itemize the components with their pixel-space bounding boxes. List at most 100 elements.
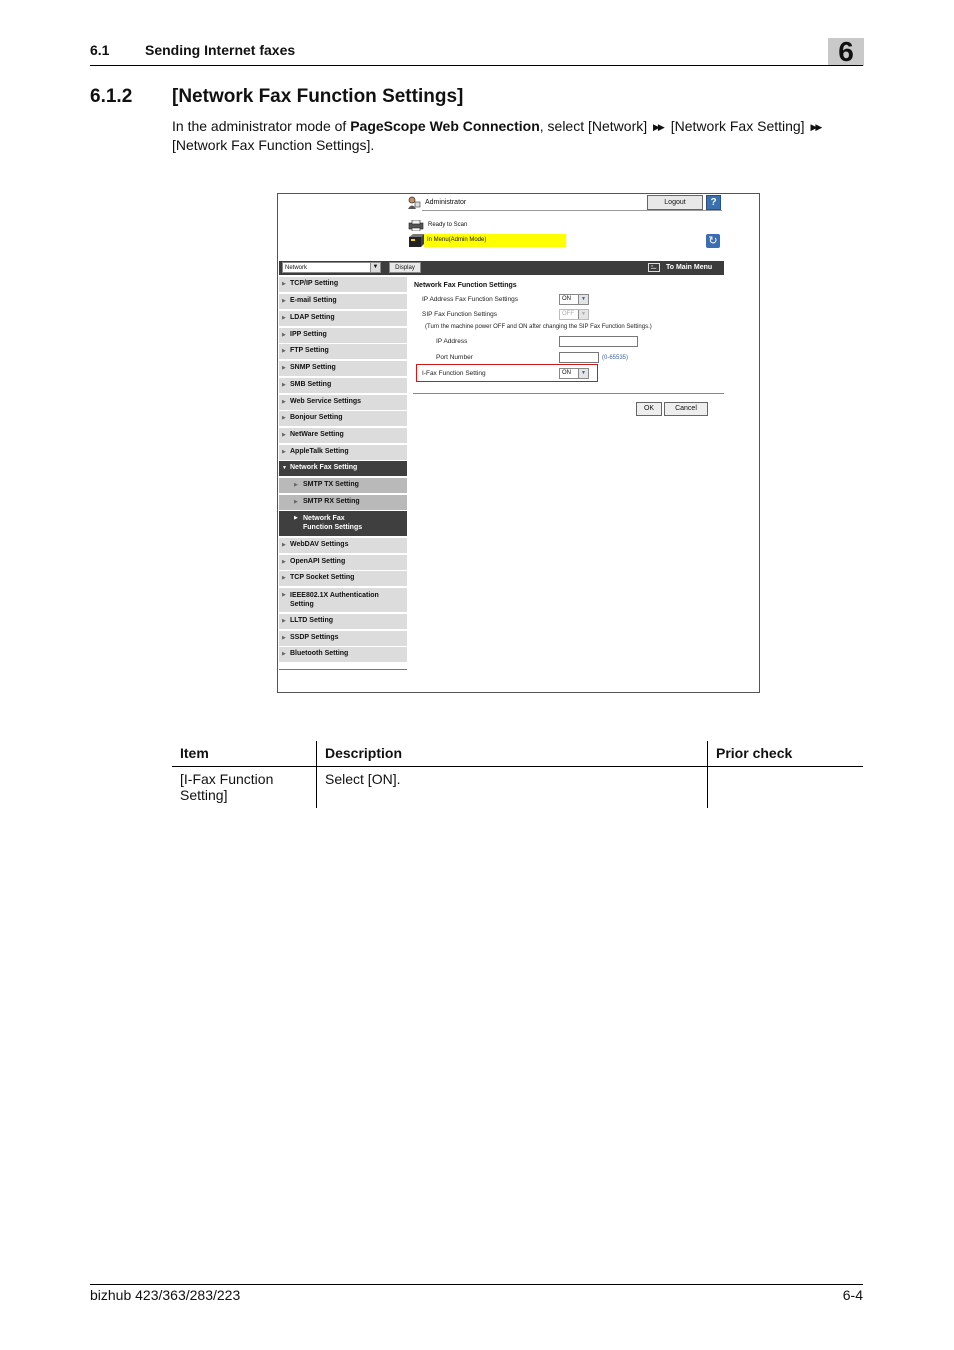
table-cell-description: Select [ON]. (325, 771, 401, 787)
triangle-right-icon: ▶ (282, 298, 286, 304)
form-title: Network Fax Function Settings (414, 282, 517, 289)
main-menu-icon (648, 263, 660, 272)
display-button[interactable]: Display (389, 262, 421, 273)
sidebar-item-netware[interactable]: ▶ NetWare Setting (279, 428, 407, 443)
ok-button[interactable]: OK (636, 402, 662, 416)
sidebar-item-ldap[interactable]: ▶ LDAP Setting (279, 311, 407, 326)
sidebar-item-lltd[interactable]: ▶ LLTD Setting (279, 614, 407, 629)
sidebar-item-ipp[interactable]: ▶ IPP Setting (279, 328, 407, 343)
sidebar-item-label: Network Fax Function Settings (303, 515, 363, 531)
heading-number: 6.1.2 (90, 86, 133, 107)
sidebar-item-web-service[interactable]: ▶ Web Service Settings (279, 395, 407, 410)
to-main-menu-link[interactable]: To Main Menu (666, 264, 712, 271)
sidebar-item-ieee8021x[interactable]: ▶ IEEE802.1X Authentication Setting (279, 588, 407, 612)
header-section-number: 6.1 (90, 42, 110, 58)
sidebar-item-label: SSDP Settings (290, 634, 339, 641)
intro-text-2: , select [Network] (539, 118, 652, 134)
sidebar-item-smtp-rx[interactable]: ▶ SMTP RX Setting (279, 495, 407, 510)
triangle-right-icon: ▶ (282, 315, 286, 321)
help-icon[interactable]: ? (706, 195, 721, 210)
sidebar-item-label: SNMP Setting (290, 364, 336, 371)
sidebar-item-label: Bonjour Setting (290, 414, 343, 421)
logout-button[interactable]: Logout (647, 195, 703, 210)
admin-underline (422, 210, 722, 211)
sidebar-item-label: SMB Setting (290, 381, 332, 388)
sidebar-item-label: LLTD Setting (290, 617, 334, 624)
ip-fax-label: IP Address Fax Function Settings (422, 296, 518, 303)
table-header-description: Description (325, 745, 403, 761)
sidebar-item-smb[interactable]: ▶ SMB Setting (279, 378, 407, 393)
chevron-down-icon: ▼ (578, 310, 588, 319)
sidebar-item-label: WebDAV Settings (290, 541, 349, 548)
sidebar-item-ftp[interactable]: ▶ FTP Setting (279, 344, 407, 359)
sidebar-item-label: FTP Setting (290, 347, 329, 354)
sidebar-item-label: IPP Setting (290, 331, 327, 338)
footer-page-number: 6-4 (842, 1287, 863, 1303)
triangle-right-icon: ▶ (294, 482, 298, 488)
sip-fax-select: OFF ▼ (559, 309, 589, 320)
triangle-right-icon: ▶ (282, 542, 286, 548)
sidebar-item-label: OpenAPI Setting (290, 558, 346, 565)
sidebar-item-label: Bluetooth Setting (290, 650, 349, 657)
sidebar-item-appletalk[interactable]: ▶ AppleTalk Setting (279, 445, 407, 460)
sidebar-item-network-fax[interactable]: ▼ Network Fax Setting (279, 461, 407, 476)
intro-text-1: In the administrator mode of (172, 118, 351, 134)
status-admin-mode: In Menu(Admin Mode) (424, 234, 566, 247)
chevron-down-icon: ▼ (578, 295, 588, 304)
port-range-hint: (0-65535) (602, 355, 629, 361)
category-select[interactable]: Network ▼ (282, 262, 381, 273)
ip-address-label: IP Address (436, 338, 468, 345)
table-header-prior-check: Prior check (716, 745, 793, 761)
ip-fax-select-value: ON (562, 296, 571, 302)
double-arrow-icon: ▶▶ (653, 122, 665, 132)
triangle-right-icon: ▶ (282, 618, 286, 624)
intro-text-3: [Network Fax Setting] (666, 118, 809, 134)
table-column-divider (316, 741, 317, 808)
chapter-number: 6 (838, 36, 854, 67)
port-number-input[interactable] (559, 352, 599, 363)
sidebar-item-tcpip[interactable]: ▶ TCP/IP Setting (279, 277, 407, 292)
admin-label: Administrator (425, 199, 467, 206)
sidebar-item-label: Network Fax Setting (290, 464, 358, 471)
sidebar-item-smtp-tx[interactable]: ▶ SMTP TX Setting (279, 478, 407, 493)
sidebar-item-bluetooth[interactable]: ▶ Bluetooth Setting (279, 647, 407, 662)
administrator-icon (408, 196, 421, 209)
triangle-right-icon: ▶ (282, 575, 286, 581)
status-ready: Ready to Scan (428, 222, 468, 228)
sidebar-item-label: TCP Socket Setting (290, 574, 355, 581)
ip-address-input[interactable] (559, 336, 638, 347)
sidebar-item-bonjour[interactable]: ▶ Bonjour Setting (279, 411, 407, 426)
sidebar-item-label: E-mail Setting (290, 297, 337, 304)
machine-icon (409, 234, 424, 247)
table-cell-item: [I-Fax Function Setting] (180, 771, 274, 803)
sidebar-item-label: AppleTalk Setting (290, 448, 349, 455)
triangle-right-icon: ▶ (294, 499, 298, 505)
sidebar-item-email[interactable]: ▶ E-mail Setting (279, 294, 407, 309)
triangle-right-icon: ▶ (282, 559, 286, 565)
ip-fax-select[interactable]: ON ▼ (559, 294, 589, 305)
sidebar-item-openapi[interactable]: ▶ OpenAPI Setting (279, 555, 407, 570)
sidebar-item-label: NetWare Setting (290, 431, 344, 438)
cancel-button[interactable]: Cancel (664, 402, 708, 416)
triangle-right-icon: ▶ (282, 415, 286, 421)
sidebar-item-webdav[interactable]: ▶ WebDAV Settings (279, 538, 407, 553)
sidebar-item-network-fax-function[interactable]: ▶ Network Fax Function Settings (279, 511, 407, 536)
sidebar-item-label: Web Service Settings (290, 398, 362, 405)
refresh-icon[interactable]: ↻ (706, 234, 720, 248)
triangle-right-icon: ▶ (282, 365, 286, 371)
sidebar-item-tcp-socket[interactable]: ▶ TCP Socket Setting (279, 571, 407, 586)
sidebar-item-label: TCP/IP Setting (290, 280, 339, 287)
sip-note: (Turn the machine power OFF and ON after… (425, 324, 652, 330)
triangle-right-icon: ▶ (282, 635, 286, 641)
port-number-label: Port Number (436, 354, 473, 361)
sidebar-bottom-rule (279, 669, 407, 670)
sidebar-item-snmp[interactable]: ▶ SNMP Setting (279, 361, 407, 376)
triangle-down-icon: ▼ (282, 465, 287, 471)
sip-fax-label: SIP Fax Function Settings (422, 311, 498, 318)
printer-icon (408, 220, 424, 231)
ifax-select[interactable]: ON ▼ (559, 368, 589, 379)
double-arrow-icon: ▶▶ (810, 122, 822, 132)
sidebar-item-label: IEEE802.1X Authentication Setting (290, 592, 379, 608)
category-select-value: Network (285, 265, 308, 271)
sidebar-item-ssdp[interactable]: ▶ SSDP Settings (279, 631, 407, 646)
